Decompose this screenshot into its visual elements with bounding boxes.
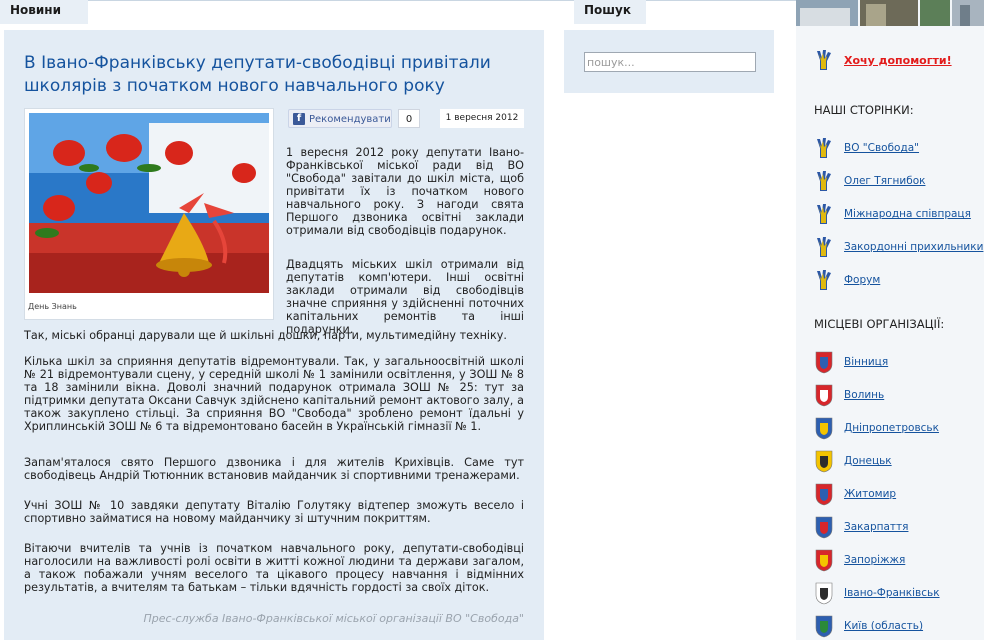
- local-org-link-label[interactable]: Вінниця: [844, 356, 888, 368]
- our-page-link[interactable]: Міжнародна співпраця: [814, 202, 984, 228]
- region-coat-of-arms-icon: [815, 549, 833, 572]
- local-org-link-label[interactable]: Житомир: [844, 488, 896, 500]
- facebook-recommend-label: Рекомендувати: [309, 114, 391, 125]
- local-org-link-label[interactable]: Запоріжжя: [844, 554, 905, 566]
- our-pages-heading: НАШІ СТОРІНКИ:: [814, 103, 914, 117]
- facebook-recommend-button[interactable]: f Рекомендувати: [288, 109, 392, 128]
- local-org-link-label[interactable]: Дніпропетровськ: [844, 422, 939, 434]
- local-org-link[interactable]: Запоріжжя: [814, 548, 984, 574]
- our-page-link[interactable]: ВО "Свобода": [814, 136, 984, 162]
- our-page-link-label[interactable]: Закордонні прихильники: [844, 241, 983, 253]
- svoboda-hand-icon: [817, 270, 831, 290]
- region-coat-of-arms-icon: [815, 351, 833, 374]
- local-org-link[interactable]: Волинь: [814, 383, 984, 409]
- article-paragraph: Учні ЗОШ № 10 завдяки депутату Віталію Г…: [24, 499, 524, 525]
- region-coat-of-arms-icon: [815, 483, 833, 506]
- our-page-link[interactable]: Форум: [814, 268, 984, 294]
- help-link-label[interactable]: Хочу допомогти!: [844, 54, 952, 67]
- local-org-link-label[interactable]: Київ (область): [844, 620, 923, 632]
- region-coat-of-arms-icon: [815, 516, 833, 539]
- local-org-link[interactable]: Київ (область): [814, 614, 984, 640]
- region-coat-of-arms-icon: [815, 417, 833, 440]
- local-org-link[interactable]: Івано-Франківськ: [814, 581, 984, 607]
- our-page-link-label[interactable]: Форум: [844, 274, 880, 286]
- header-photo-banner: [796, 0, 984, 26]
- local-org-link-label[interactable]: Донецьк: [844, 455, 892, 467]
- local-org-link[interactable]: Донецьк: [814, 449, 984, 475]
- bell-and-roses-image: [29, 113, 269, 293]
- article-title[interactable]: В Івано-Франківську депутати-свободівці …: [24, 52, 524, 98]
- svoboda-hand-icon: [817, 237, 831, 257]
- tab-news[interactable]: Новини: [0, 0, 88, 24]
- our-page-link-label[interactable]: Міжнародна співпраця: [844, 208, 971, 220]
- local-org-link[interactable]: Вінниця: [814, 350, 984, 376]
- our-page-link-label[interactable]: ВО "Свобода": [844, 142, 919, 154]
- region-coat-of-arms-icon: [815, 450, 833, 473]
- local-orgs-heading: МІСЦЕВІ ОРГАНІЗАЦІЇ:: [814, 317, 945, 331]
- search-input[interactable]: [584, 52, 756, 72]
- region-coat-of-arms-icon: [815, 384, 833, 407]
- local-org-link-label[interactable]: Закарпаття: [844, 521, 908, 533]
- article-paragraph: Кілька шкіл за сприяння депутатів відрем…: [24, 355, 524, 433]
- svoboda-hand-icon: [817, 50, 831, 70]
- region-coat-of-arms-icon: [815, 582, 833, 605]
- local-org-link[interactable]: Житомир: [814, 482, 984, 508]
- article-signature: Прес-служба Івано-Франківської міської о…: [143, 612, 525, 625]
- local-org-link[interactable]: Дніпропетровськ: [814, 416, 984, 442]
- facebook-count: 0: [398, 109, 420, 128]
- article-photo: [24, 108, 274, 320]
- article-paragraph: Так, міські обранці дарували ще й шкільн…: [24, 329, 507, 342]
- our-page-link[interactable]: Закордонні прихильники: [814, 235, 984, 261]
- article-paragraph: Вітаючи вчителів та учнів із початком на…: [24, 542, 524, 594]
- article-paragraph: 1 вересня 2012 року депутати Івано-Франк…: [286, 146, 524, 237]
- photo-caption: День Знань: [28, 302, 77, 311]
- region-coat-of-arms-icon: [815, 615, 833, 638]
- help-link[interactable]: Хочу допомогти!: [814, 48, 984, 74]
- article-panel: В Івано-Франківську депутати-свободівці …: [4, 30, 544, 640]
- local-org-link-label[interactable]: Івано-Франківськ: [844, 587, 940, 599]
- svoboda-hand-icon: [817, 204, 831, 224]
- svoboda-hand-icon: [817, 171, 831, 191]
- tab-search[interactable]: Пошук: [574, 0, 646, 24]
- our-page-link[interactable]: Олег Тягнибок: [814, 169, 984, 195]
- local-org-link[interactable]: Закарпаття: [814, 515, 984, 541]
- article-paragraph: Запам'яталося свято Першого дзвоника і д…: [24, 456, 524, 482]
- article-date: 1 вересня 2012: [440, 109, 524, 128]
- facebook-icon: f: [293, 113, 305, 125]
- local-org-link-label[interactable]: Волинь: [844, 389, 884, 401]
- our-page-link-label[interactable]: Олег Тягнибок: [844, 175, 925, 187]
- article-paragraph: Двадцять міських шкіл отримали від депут…: [286, 258, 524, 336]
- svoboda-hand-icon: [817, 138, 831, 158]
